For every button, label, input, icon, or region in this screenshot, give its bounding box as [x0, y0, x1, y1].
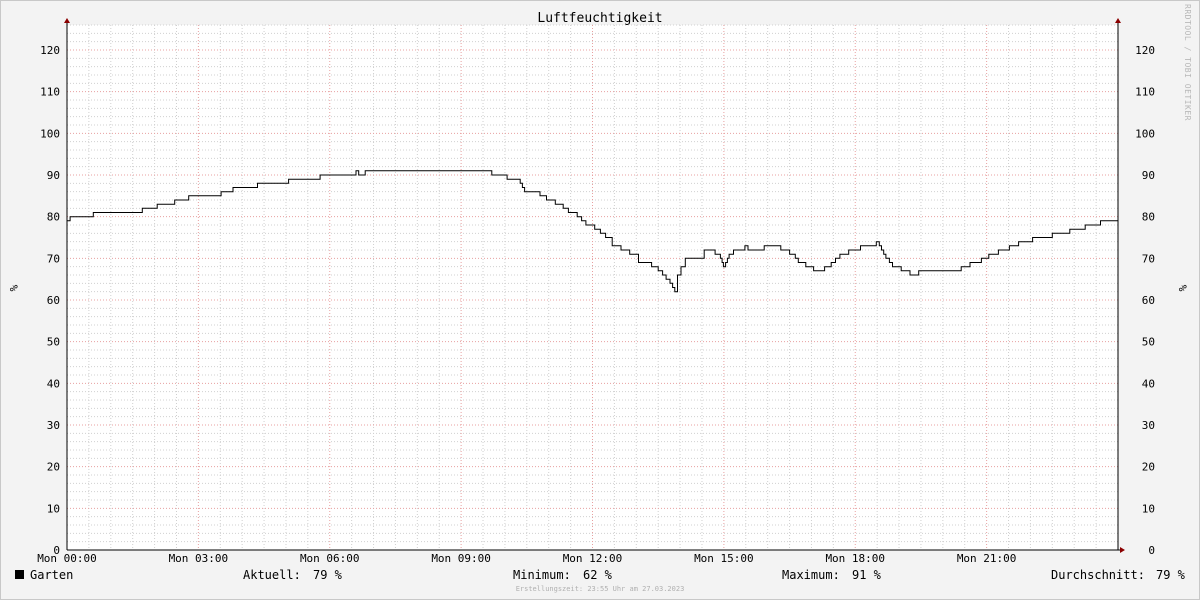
y-tick-label-right: 50 [1142, 336, 1155, 349]
x-tick-label: Mon 03:00 [169, 552, 229, 565]
legend-max-label: Maximum: [782, 568, 840, 582]
x-tick-label: Mon 09:00 [431, 552, 491, 565]
y-axis-arrow-right [1115, 18, 1121, 23]
x-tick-label: Mon 06:00 [300, 552, 360, 565]
y-tick-label-left: 70 [47, 252, 60, 265]
x-tick-labels: Mon 00:00 Mon 03:00 Mon 06:00 Mon 09:00 Mon … [37, 552, 1016, 565]
legend-min-value: 62 % [583, 568, 612, 582]
y-tick-label-left: 80 [47, 211, 60, 224]
y-tick-label-right: 70 [1142, 252, 1155, 265]
y-tick-label-right: 90 [1142, 169, 1155, 182]
y-tick-label-right: 120 [1135, 44, 1155, 57]
y-tick-label-right: 0 [1148, 544, 1155, 557]
legend: Garten Aktuell: 79 % Minimum: 62 % Maxim… [0, 568, 1200, 584]
legend-avg-value: 79 % [1156, 568, 1185, 582]
y-tick-label-right: 60 [1142, 294, 1155, 307]
legend-swatch-garten [15, 570, 24, 579]
y-tick-label-left: 90 [47, 169, 60, 182]
y-tick-label-right: 20 [1142, 461, 1155, 474]
x-tick-label: Mon 12:00 [563, 552, 623, 565]
x-tick-label: Mon 21:00 [957, 552, 1017, 565]
y-axis-arrow-left [64, 18, 70, 23]
y-tick-label-left: 60 [47, 294, 60, 307]
y-tick-label-left: 120 [40, 44, 60, 57]
y-tick-label-left: 50 [47, 336, 60, 349]
y-tick-label-right: 10 [1142, 502, 1155, 515]
y-tick-label-right: 100 [1135, 127, 1155, 140]
y-axis-label-left: % [7, 285, 20, 292]
x-tick-label: Mon 00:00 [37, 552, 97, 565]
legend-current-label: Aktuell: [243, 568, 301, 582]
legend-min-label: Minimum: [513, 568, 571, 582]
y-axis-label-right: % [1176, 285, 1189, 292]
y-tick-labels-right: 0 10 20 30 40 50 60 70 80 90 100 110 120 [1135, 44, 1155, 557]
y-tick-label-right: 30 [1142, 419, 1155, 432]
y-tick-label-left: 40 [47, 377, 60, 390]
y-tick-label-right: 110 [1135, 86, 1155, 99]
y-tick-label-right: 40 [1142, 377, 1155, 390]
legend-max-value: 91 % [852, 568, 881, 582]
legend-avg-label: Durchschnitt: [1051, 568, 1145, 582]
y-tick-label-left: 30 [47, 419, 60, 432]
y-tick-label-left: 20 [47, 461, 60, 474]
legend-current-value: 79 % [313, 568, 342, 582]
y-tick-label-left: 10 [47, 502, 60, 515]
y-tick-label-right: 80 [1142, 211, 1155, 224]
x-tick-label: Mon 15:00 [694, 552, 754, 565]
x-tick-label: Mon 18:00 [825, 552, 885, 565]
chart-svg: 0 10 20 30 40 50 60 70 80 90 100 110 120 0 10 20 30 40 50… [7, 18, 1189, 565]
y-tick-labels-left: 0102030405060708090100110120 [40, 44, 60, 557]
x-axis-arrow [1120, 547, 1125, 553]
y-tick-label-left: 100 [40, 127, 60, 140]
creation-time-footer: Erstellungszeit: 23:55 Uhr am 27.03.2023 [515, 585, 685, 593]
y-tick-label-left: 110 [40, 86, 60, 99]
legend-series-name: Garten [30, 568, 74, 582]
